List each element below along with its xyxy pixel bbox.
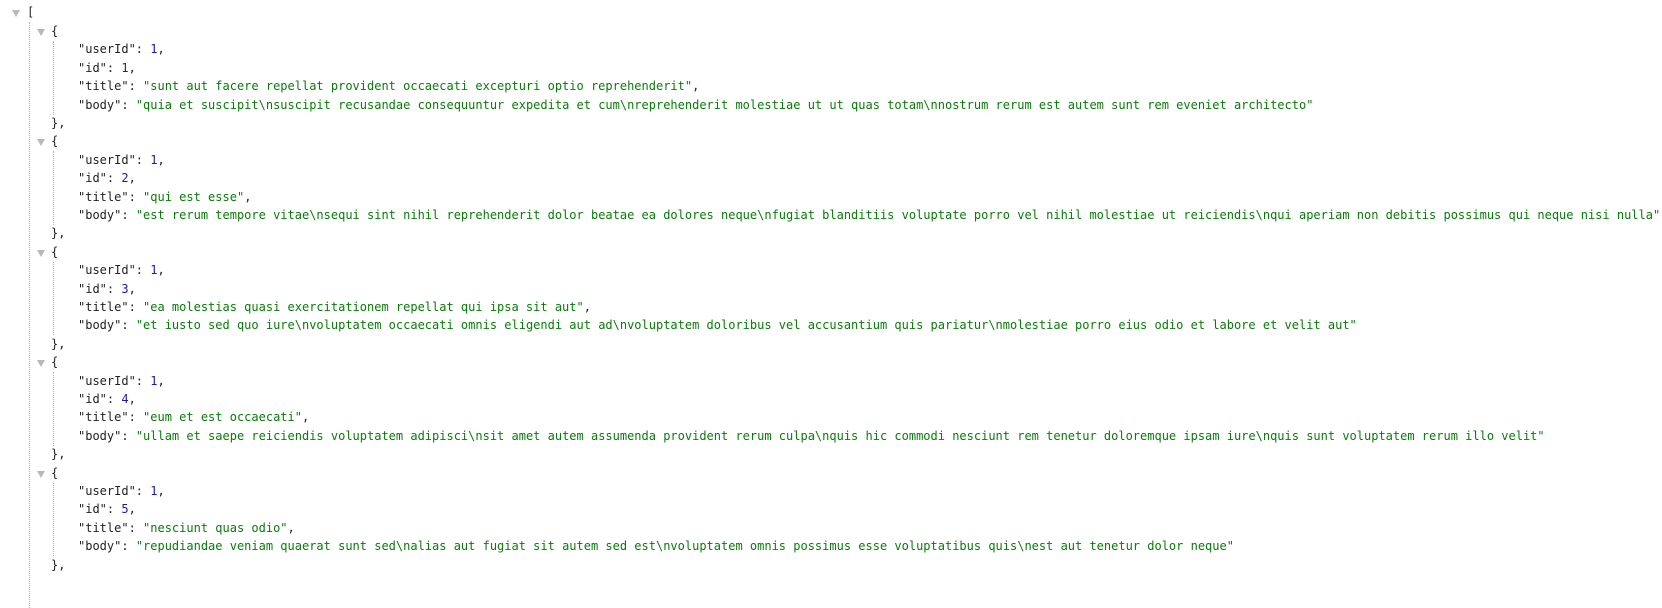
object-open-brace: { (51, 24, 59, 38)
value-title: "nesciunt quas odio" (143, 520, 288, 535)
value-body: "ullam et saepe reiciendis voluptatem ad… (135, 428, 1545, 443)
key-body: "body" (78, 208, 122, 222)
key-id: "id" (78, 502, 107, 517)
field-userId: "userId": 1, (78, 42, 165, 57)
collapse-array-icon[interactable] (12, 10, 20, 17)
field-userId: "userId": 1, (78, 263, 165, 278)
field-body: "body": "et iusto sed quo iure\nvoluptat… (78, 318, 1357, 333)
object-close-brace: }, (51, 226, 66, 241)
field-body: "body": "ullam et saepe reiciendis volup… (78, 428, 1545, 443)
key-title: "title" (78, 189, 129, 204)
field-title: "title": "ea molestias quasi exercitatio… (78, 300, 591, 314)
key-id: "id" (78, 281, 107, 296)
value-title: "sunt aut facere repellat provident occa… (143, 79, 693, 94)
object-indent-guide (53, 372, 54, 446)
object-indent-guide (53, 482, 54, 557)
field-id: "id": 1, (78, 60, 136, 75)
key-title: "title" (78, 410, 129, 425)
key-title: "title" (78, 300, 129, 314)
key-title: "title" (78, 520, 129, 535)
collapse-object-icon[interactable] (37, 470, 45, 478)
object-indent-guide (53, 261, 54, 336)
key-id: "id" (78, 392, 107, 406)
object-open-brace: { (51, 355, 59, 370)
field-id: "id": 3, (78, 281, 136, 296)
field-id: "id": 5, (78, 502, 136, 517)
object-open-brace: { (51, 244, 59, 259)
key-body: "body" (78, 428, 122, 443)
value-id: 3 (121, 281, 129, 296)
key-body: "body" (78, 318, 122, 333)
key-title: "title" (78, 79, 129, 94)
value-body: "et iusto sed quo iure\nvoluptatem occae… (135, 318, 1357, 333)
array-indent-guide (29, 22, 30, 608)
value-body: "est rerum tempore vitae\nsequi sint nih… (135, 208, 1661, 222)
object-close-brace: }, (51, 116, 66, 130)
field-body: "body": "est rerum tempore vitae\nsequi … (78, 208, 1661, 222)
field-id: "id": 2, (78, 171, 136, 186)
value-id: 1 (121, 60, 129, 75)
array-open-bracket: [ (27, 5, 35, 19)
value-title: "eum et est occaecati" (143, 410, 302, 425)
key-userId: "userId" (78, 484, 136, 498)
key-userId: "userId" (78, 42, 136, 57)
key-body: "body" (78, 97, 122, 112)
field-title: "title": "nesciunt quas odio", (78, 520, 295, 535)
object-indent-guide (53, 41, 54, 115)
key-userId: "userId" (78, 373, 136, 388)
object-close-brace: }, (51, 557, 66, 572)
object-indent-guide (53, 151, 54, 225)
value-title: "qui est esse" (143, 189, 245, 204)
field-body: "body": "repudiandae veniam quaerat sunt… (78, 539, 1234, 554)
object-open-brace: { (51, 134, 59, 149)
value-id: 4 (121, 392, 129, 406)
collapse-object-icon[interactable] (37, 29, 45, 36)
value-title: "ea molestias quasi exercitationem repel… (143, 300, 584, 314)
object-close-brace: }, (51, 447, 66, 462)
value-body: "quia et suscipit\nsuscipit recusandae c… (135, 97, 1314, 112)
field-body: "body": "quia et suscipit\nsuscipit recu… (78, 97, 1314, 112)
field-userId: "userId": 1, (78, 373, 165, 388)
value-id: 2 (121, 171, 129, 186)
key-body: "body" (78, 539, 122, 554)
key-userId: "userId" (78, 263, 136, 278)
object-close-brace: }, (51, 336, 66, 351)
field-title: "title": "sunt aut facere repellat provi… (78, 79, 700, 94)
json-viewer: [ { "userId": 1, "id": 1, "title": "sunt au… (0, 0, 1662, 608)
object-open-brace: { (51, 465, 59, 480)
field-title: "title": "qui est esse", (78, 189, 252, 204)
collapse-object-icon[interactable] (37, 249, 45, 257)
value-body: "repudiandae veniam quaerat sunt sed\nal… (135, 539, 1234, 554)
value-id: 5 (121, 502, 129, 517)
key-id: "id" (78, 60, 107, 75)
collapse-object-icon[interactable] (37, 360, 45, 368)
key-id: "id" (78, 171, 107, 186)
field-title: "title": "eum et est occaecati", (78, 410, 310, 425)
collapse-object-icon[interactable] (37, 139, 45, 147)
field-userId: "userId": 1, (78, 484, 165, 498)
key-userId: "userId" (78, 152, 136, 167)
field-userId: "userId": 1, (78, 152, 165, 167)
field-id: "id": 4, (78, 392, 136, 406)
